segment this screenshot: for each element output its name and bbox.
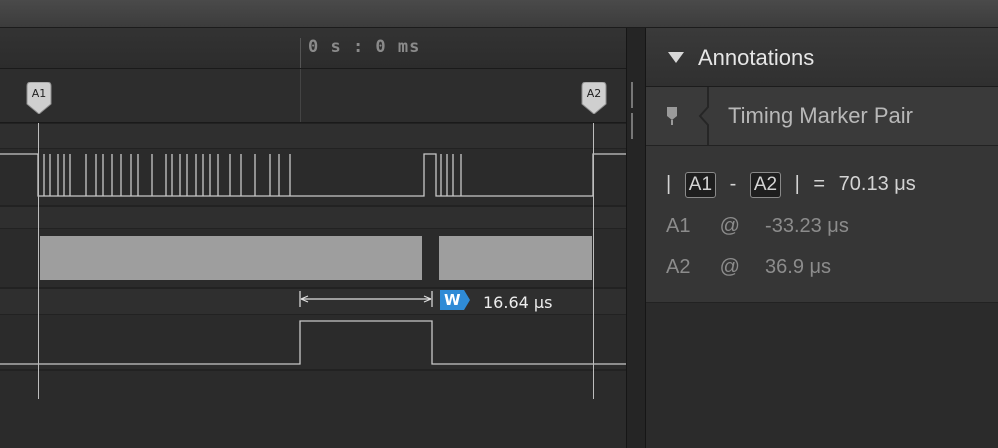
marker-a1-chip[interactable]: A1: [684, 172, 717, 198]
marker-a2-chip[interactable]: A2: [749, 172, 782, 198]
marker-pin-icon: [667, 107, 677, 125]
marker-a1-time: -33.23 μs: [765, 215, 849, 237]
waveform-panel[interactable]: 0 s : 0 ms A1 A2 W 16.64 μs: [0, 28, 626, 448]
marker-a1-row: A1 @ -33.23 μs: [666, 215, 849, 238]
item-separator-chevron: [698, 87, 709, 145]
annotations-title: Annotations: [698, 45, 815, 70]
channel-traces[interactable]: [0, 28, 626, 448]
delta-time-value: 70.13 μs: [838, 173, 916, 195]
width-measurement-value: 16.64 μs: [483, 293, 553, 312]
channel-2-trace: [40, 236, 592, 280]
channel-3-trace: [0, 320, 626, 365]
marker-a2-name: A2: [666, 256, 691, 278]
marker-a1-line[interactable]: [38, 123, 39, 399]
marker-a2-line[interactable]: [593, 123, 594, 399]
collapse-triangle-icon[interactable]: [668, 52, 684, 63]
equals-sign: =: [813, 173, 826, 195]
annotation-item-timing-marker-pair[interactable]: Timing Marker Pair: [646, 87, 998, 146]
marker-a1-name: A1: [666, 215, 691, 237]
annotations-panel: Annotations Timing Marker Pair | A1 - A2…: [646, 28, 998, 448]
pipe-right: |: [794, 173, 800, 195]
splitter-grip-icon[interactable]: [631, 82, 637, 139]
annotation-item-label: Timing Marker Pair: [728, 103, 913, 128]
width-badge-letter: W: [444, 291, 461, 309]
pipe-left: |: [666, 173, 672, 195]
annotation-details: | A1 - A2 | = 70.13 μs A1 @ -33.23 μs A2…: [646, 146, 998, 303]
width-badge[interactable]: W: [440, 290, 470, 315]
annotations-empty-area: [646, 303, 998, 448]
at-symbol: @: [719, 215, 740, 237]
channel-row-bg: [0, 207, 626, 228]
channel-row-bg: [0, 124, 626, 148]
annotations-header[interactable]: Annotations: [646, 28, 998, 87]
marker-pair-delta-row: | A1 - A2 | = 70.13 μs: [666, 172, 916, 198]
channel-1-trace: [0, 153, 626, 197]
at-symbol: @: [719, 256, 740, 278]
dash-separator: -: [729, 173, 737, 195]
window-top-strip: [0, 0, 998, 28]
marker-a2-row: A2 @ 36.9 μs: [666, 256, 831, 279]
marker-a2-time: 36.9 μs: [765, 256, 832, 278]
